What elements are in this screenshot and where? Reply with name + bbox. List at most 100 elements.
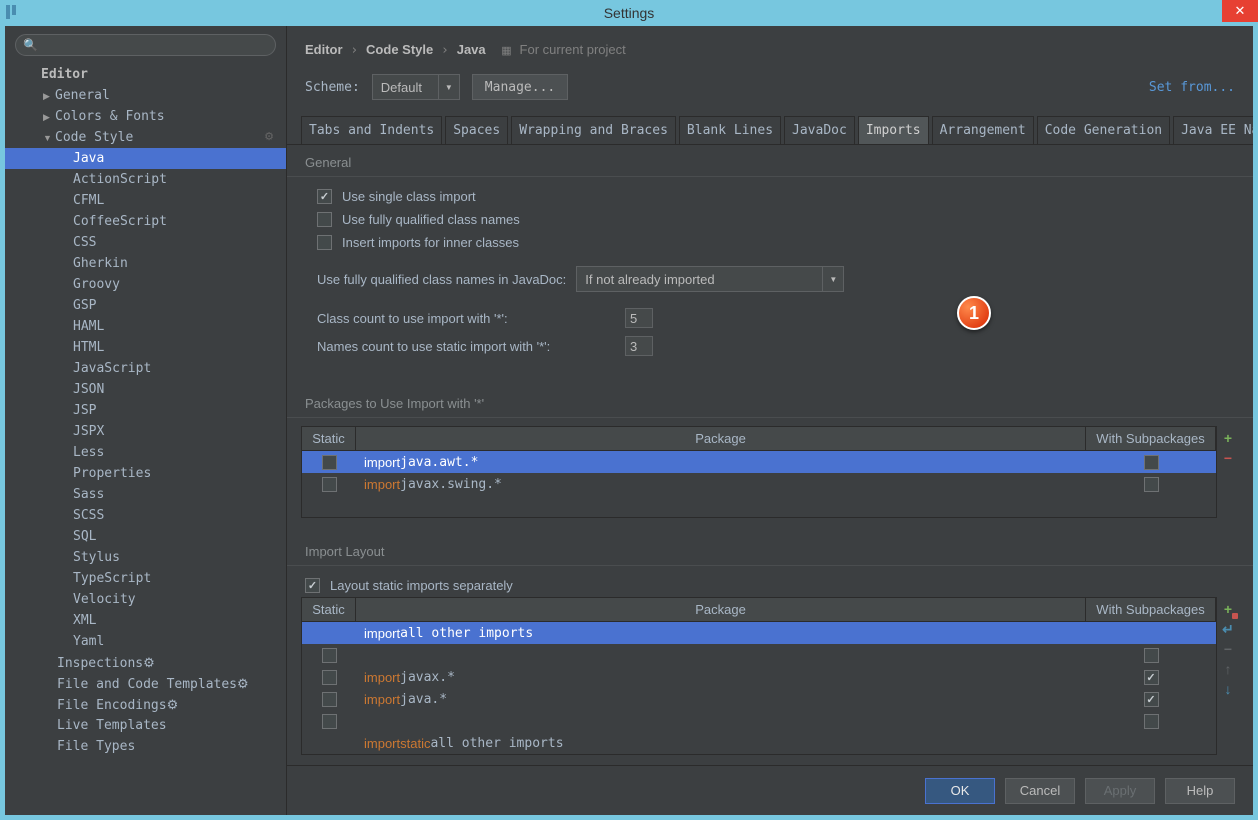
- tab-imports[interactable]: Imports: [858, 116, 929, 144]
- set-from-link[interactable]: Set from...: [1149, 80, 1235, 95]
- add-layout-package-button[interactable]: +: [1220, 601, 1236, 617]
- gear-icon: ⚙: [167, 697, 179, 712]
- tree-item-actionscript[interactable]: ActionScript: [5, 169, 286, 190]
- subpackages-checkbox[interactable]: [1144, 670, 1159, 685]
- table-row[interactable]: [302, 644, 1216, 666]
- tree-item-groovy[interactable]: Groovy: [5, 274, 286, 295]
- select-fq-javadoc[interactable]: If not already imported▼: [576, 266, 844, 292]
- move-up-button[interactable]: ↑: [1220, 661, 1236, 677]
- input-names-count[interactable]: [625, 336, 653, 356]
- tree-item-yaml[interactable]: Yaml: [5, 631, 286, 652]
- search-input[interactable]: [15, 34, 276, 56]
- close-button[interactable]: ✕: [1222, 0, 1258, 22]
- ok-button[interactable]: OK: [925, 778, 995, 804]
- static-checkbox[interactable]: [322, 455, 337, 470]
- tree-item-scss[interactable]: SCSS: [5, 505, 286, 526]
- tab-wrapping-and-braces[interactable]: Wrapping and Braces: [511, 116, 676, 144]
- table-row[interactable]: import all other imports: [302, 622, 1216, 644]
- tab-tabs-and-indents[interactable]: Tabs and Indents: [301, 116, 442, 144]
- tab-arrangement[interactable]: Arrangement: [932, 116, 1034, 144]
- static-checkbox[interactable]: [322, 648, 337, 663]
- table-row[interactable]: import static all other imports: [302, 732, 1216, 754]
- add-blank-line-button[interactable]: ↵: [1220, 621, 1236, 637]
- tree-item-file-types[interactable]: File Types: [5, 736, 286, 757]
- table-row[interactable]: import javax.swing.*: [302, 473, 1216, 495]
- tree-item-gsp[interactable]: GSP: [5, 295, 286, 316]
- tree-item-less[interactable]: Less: [5, 442, 286, 463]
- tree-item-coffeescript[interactable]: CoffeeScript: [5, 211, 286, 232]
- import-layout-table[interactable]: Static Package With Subpackages import a…: [301, 597, 1217, 755]
- add-package-button[interactable]: +: [1220, 430, 1236, 446]
- tree-item-live-templates[interactable]: Live Templates: [5, 715, 286, 736]
- tab-spaces[interactable]: Spaces: [445, 116, 508, 144]
- tree-item-velocity[interactable]: Velocity: [5, 589, 286, 610]
- remove-package-button[interactable]: −: [1220, 450, 1236, 466]
- tree-item-typescript[interactable]: TypeScript: [5, 568, 286, 589]
- tree-item-java[interactable]: Java: [5, 148, 286, 169]
- col-static: Static: [302, 598, 356, 621]
- search-icon: 🔍: [23, 38, 38, 52]
- tree-item-javascript[interactable]: JavaScript: [5, 358, 286, 379]
- breadcrumb: Editor › Code Style › Java ▦ For current…: [287, 26, 1253, 64]
- static-checkbox[interactable]: [322, 477, 337, 492]
- tree-item-css[interactable]: CSS: [5, 232, 286, 253]
- subpackages-checkbox[interactable]: [1144, 455, 1159, 470]
- manage-button[interactable]: Manage...: [472, 74, 568, 100]
- dialog-footer: OK Cancel Apply Help: [287, 765, 1253, 815]
- annotation-badge-1: 1: [957, 296, 991, 330]
- subpackages-checkbox[interactable]: [1144, 692, 1159, 707]
- static-checkbox[interactable]: [322, 714, 337, 729]
- tree-item-colors-fonts[interactable]: ▶Colors & Fonts: [5, 106, 286, 127]
- tab-java-ee-names[interactable]: Java EE Names: [1173, 116, 1253, 144]
- tree-item-general[interactable]: ▶General: [5, 85, 286, 106]
- tree-item-stylus[interactable]: Stylus: [5, 547, 286, 568]
- checkbox-insert-inner[interactable]: [317, 235, 332, 250]
- tree-item-json[interactable]: JSON: [5, 379, 286, 400]
- table-row[interactable]: [302, 710, 1216, 732]
- tree-item-inspections[interactable]: Inspections⚙: [5, 652, 286, 673]
- move-down-button[interactable]: ↓: [1220, 681, 1236, 697]
- static-checkbox[interactable]: [322, 670, 337, 685]
- table-row[interactable]: import java.awt.*: [302, 451, 1216, 473]
- subpackages-checkbox[interactable]: [1144, 714, 1159, 729]
- label-class-count: Class count to use import with '*':: [317, 311, 617, 326]
- subpackages-checkbox[interactable]: [1144, 477, 1159, 492]
- tree-item-jsp[interactable]: JSP: [5, 400, 286, 421]
- tree-item-jspx[interactable]: JSPX: [5, 421, 286, 442]
- chevron-down-icon: ▼: [438, 75, 453, 99]
- remove-layout-button[interactable]: −: [1220, 641, 1236, 657]
- checkbox-use-single-class-import[interactable]: [317, 189, 332, 204]
- help-button[interactable]: Help: [1165, 778, 1235, 804]
- table-row[interactable]: import javax.*: [302, 666, 1216, 688]
- tree-item-gherkin[interactable]: Gherkin: [5, 253, 286, 274]
- tree-item-file-encodings[interactable]: File Encodings⚙: [5, 694, 286, 715]
- label-insert-inner: Insert imports for inner classes: [342, 235, 519, 250]
- tree-item-code-style[interactable]: ▼Code Style⚙: [5, 127, 286, 148]
- tree-item-sql[interactable]: SQL: [5, 526, 286, 547]
- label-names-count: Names count to use static import with '*…: [317, 339, 617, 354]
- section-general: General: [287, 145, 1253, 177]
- tab-blank-lines[interactable]: Blank Lines: [679, 116, 781, 144]
- tree-item-file-and-code-templates[interactable]: File and Code Templates⚙: [5, 673, 286, 694]
- tab-code-generation[interactable]: Code Generation: [1037, 116, 1170, 144]
- checkbox-layout-static-separately[interactable]: [305, 578, 320, 593]
- table-row[interactable]: import java.*: [302, 688, 1216, 710]
- tree-root-editor[interactable]: Editor: [5, 64, 286, 85]
- tree-item-xml[interactable]: XML: [5, 610, 286, 631]
- tree-item-cfml[interactable]: CFML: [5, 190, 286, 211]
- section-import-layout: Import Layout: [287, 534, 1253, 566]
- tree-item-haml[interactable]: HAML: [5, 316, 286, 337]
- checkbox-use-fq-class-names[interactable]: [317, 212, 332, 227]
- tree-item-html[interactable]: HTML: [5, 337, 286, 358]
- tree-item-sass[interactable]: Sass: [5, 484, 286, 505]
- tab-javadoc[interactable]: JavaDoc: [784, 116, 855, 144]
- scheme-select[interactable]: Default▼: [372, 74, 460, 100]
- tree-item-properties[interactable]: Properties: [5, 463, 286, 484]
- apply-button[interactable]: Apply: [1085, 778, 1155, 804]
- input-class-count[interactable]: [625, 308, 653, 328]
- static-checkbox[interactable]: [322, 692, 337, 707]
- packages-table[interactable]: Static Package With Subpackages import j…: [301, 426, 1217, 518]
- settings-tree[interactable]: Editor ▶General▶Colors & Fonts▼Code Styl…: [5, 64, 286, 815]
- subpackages-checkbox[interactable]: [1144, 648, 1159, 663]
- cancel-button[interactable]: Cancel: [1005, 778, 1075, 804]
